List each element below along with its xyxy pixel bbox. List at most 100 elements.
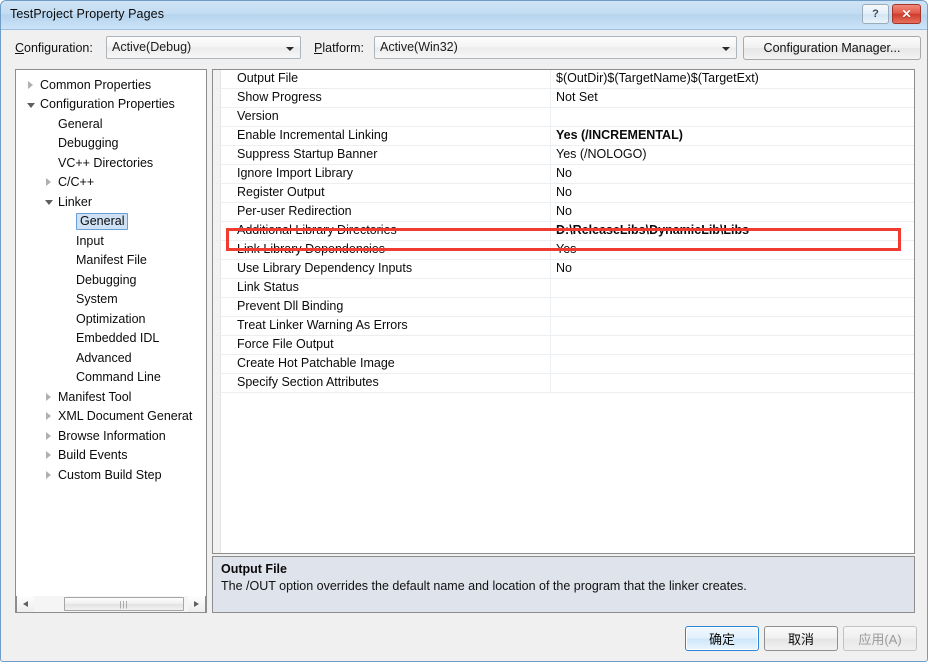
cancel-button[interactable]: 取消 (764, 626, 838, 651)
tree-item-build-events[interactable]: Build Events (16, 446, 206, 466)
expander-closed-icon[interactable] (42, 426, 54, 445)
tree-item-configuration-properties[interactable]: Configuration Properties (16, 95, 206, 115)
expander-open-icon[interactable] (24, 95, 36, 114)
tree-item-common-properties[interactable]: Common Properties (16, 75, 206, 95)
properties-tree[interactable]: Common Properties Configuration Propertie… (15, 69, 207, 613)
property-name: Link Library Dependencies (213, 241, 551, 259)
tree-horizontal-scrollbar[interactable]: ||| (16, 596, 206, 613)
tree-item-label: General (76, 212, 129, 230)
property-value[interactable] (551, 279, 914, 297)
tree-item-debugging[interactable]: Debugging (16, 270, 206, 290)
property-row[interactable]: Ignore Import Library No (213, 165, 914, 184)
property-name: Create Hot Patchable Image (213, 355, 551, 373)
description-title: Output File (221, 562, 287, 576)
property-row[interactable]: Create Hot Patchable Image (213, 355, 914, 374)
property-value[interactable]: No (551, 184, 914, 202)
property-name: Register Output (213, 184, 551, 202)
expander-closed-icon[interactable] (42, 465, 54, 484)
tree-item-general[interactable]: General (16, 114, 206, 134)
tree-item-xml-document-generat[interactable]: XML Document Generat (16, 407, 206, 427)
tree-item-system[interactable]: System (16, 290, 206, 310)
tree-item-c-c[interactable]: C/C++ (16, 173, 206, 193)
property-value[interactable] (551, 355, 914, 373)
property-name: Force File Output (213, 336, 551, 354)
property-value[interactable]: No (551, 203, 914, 221)
tree-item-linker[interactable]: Linker (16, 192, 206, 212)
scroll-left-arrow-icon[interactable] (17, 596, 34, 612)
expander-closed-icon[interactable] (42, 446, 54, 465)
expander-closed-icon[interactable] (42, 387, 54, 406)
expander-closed-icon[interactable] (42, 407, 54, 426)
property-row[interactable]: Enable Incremental Linking Yes (/INCREMEN… (213, 127, 914, 146)
property-value[interactable] (551, 317, 914, 335)
tree-item-label: Command Line (76, 370, 161, 385)
property-row[interactable]: Show Progress Not Set (213, 89, 914, 108)
property-row[interactable]: Link Library Dependencies Yes (213, 241, 914, 260)
tree-item-label: Debugging (76, 272, 137, 287)
tree-item-command-line[interactable]: Command Line (16, 368, 206, 388)
tree-item-custom-build-step[interactable]: Custom Build Step (16, 465, 206, 485)
property-row[interactable]: Output File $(OutDir)$(TargetName)$(Targe… (213, 70, 914, 89)
expander-closed-icon[interactable] (24, 75, 36, 94)
tree-item-manifest-tool[interactable]: Manifest Tool (16, 387, 206, 407)
property-value[interactable]: No (551, 260, 914, 278)
property-row[interactable]: Specify Section Attributes (213, 374, 914, 393)
property-value[interactable]: D:\ReleaseLibs\DynamicLib\Libs (551, 222, 914, 240)
property-value[interactable]: $(OutDir)$(TargetName)$(TargetExt) (551, 70, 914, 88)
description-pane: Output File The /OUT option overrides th… (212, 556, 915, 613)
property-row[interactable]: Per-user Redirection No (213, 203, 914, 222)
property-value[interactable] (551, 108, 914, 126)
tree-item-label: C/C++ (58, 175, 95, 190)
scrollbar-track[interactable]: ||| (34, 596, 188, 612)
property-row[interactable]: Prevent Dll Binding (213, 298, 914, 317)
scrollbar-thumb[interactable]: ||| (64, 597, 184, 611)
property-value[interactable]: Yes (/INCREMENTAL) (551, 127, 914, 145)
property-row[interactable]: Suppress Startup Banner Yes (/NOLOGO) (213, 146, 914, 165)
property-row[interactable]: Link Status (213, 279, 914, 298)
property-row[interactable]: Version (213, 108, 914, 127)
tree-item-label: Optimization (76, 311, 146, 326)
property-value[interactable]: Yes (/NOLOGO) (551, 146, 914, 164)
close-icon[interactable]: ✕ (892, 4, 921, 24)
property-row[interactable]: Treat Linker Warning As Errors (213, 317, 914, 336)
tree-item-label: Manifest File (76, 253, 147, 268)
property-name: Treat Linker Warning As Errors (213, 317, 551, 335)
title-bar[interactable]: TestProject Property Pages ? ✕ (1, 1, 927, 30)
platform-select[interactable]: Active(Win32) (374, 36, 737, 59)
ok-button-label: 确定 (708, 632, 735, 647)
property-row[interactable]: Force File Output (213, 336, 914, 355)
expander-closed-icon[interactable] (42, 173, 54, 192)
tree-item-general[interactable]: General (16, 212, 206, 232)
property-value[interactable] (551, 298, 914, 316)
tree-item-vc-directories[interactable]: VC++ Directories (16, 153, 206, 173)
property-row[interactable]: Additional Library Directories D:\Release… (213, 222, 914, 241)
tree-item-advanced[interactable]: Advanced (16, 348, 206, 368)
apply-button-label: 应用(A) (858, 632, 902, 647)
help-icon[interactable]: ? (862, 4, 889, 24)
property-value[interactable]: Yes (551, 241, 914, 259)
tree-item-browse-information[interactable]: Browse Information (16, 426, 206, 446)
tree-item-optimization[interactable]: Optimization (16, 309, 206, 329)
tree-item-manifest-file[interactable]: Manifest File (16, 251, 206, 271)
tree-item-embedded-idl[interactable]: Embedded IDL (16, 329, 206, 349)
property-value[interactable]: Not Set (551, 89, 914, 107)
property-grid[interactable]: Output File $(OutDir)$(TargetName)$(Targe… (212, 69, 915, 554)
property-value[interactable] (551, 374, 914, 392)
scroll-right-arrow-icon[interactable] (188, 596, 205, 612)
tree-item-debugging[interactable]: Debugging (16, 134, 206, 154)
configuration-manager-button[interactable]: Configuration Manager... (743, 36, 921, 60)
configuration-select-value: Active(Debug) (112, 40, 192, 54)
property-name: Additional Library Directories (213, 222, 551, 240)
property-value[interactable] (551, 336, 914, 354)
platform-label: Platform: (314, 41, 365, 55)
expander-open-icon[interactable] (42, 192, 54, 211)
configuration-select[interactable]: Active(Debug) (106, 36, 301, 59)
ok-button[interactable]: 确定 (685, 626, 759, 651)
property-value[interactable]: No (551, 165, 914, 183)
property-row[interactable]: Use Library Dependency Inputs No (213, 260, 914, 279)
tree-item-input[interactable]: Input (16, 231, 206, 251)
apply-button[interactable]: 应用(A) (843, 626, 917, 651)
tree-item-label: General (58, 116, 103, 131)
property-row[interactable]: Register Output No (213, 184, 914, 203)
tree-item-label: VC++ Directories (58, 155, 154, 170)
